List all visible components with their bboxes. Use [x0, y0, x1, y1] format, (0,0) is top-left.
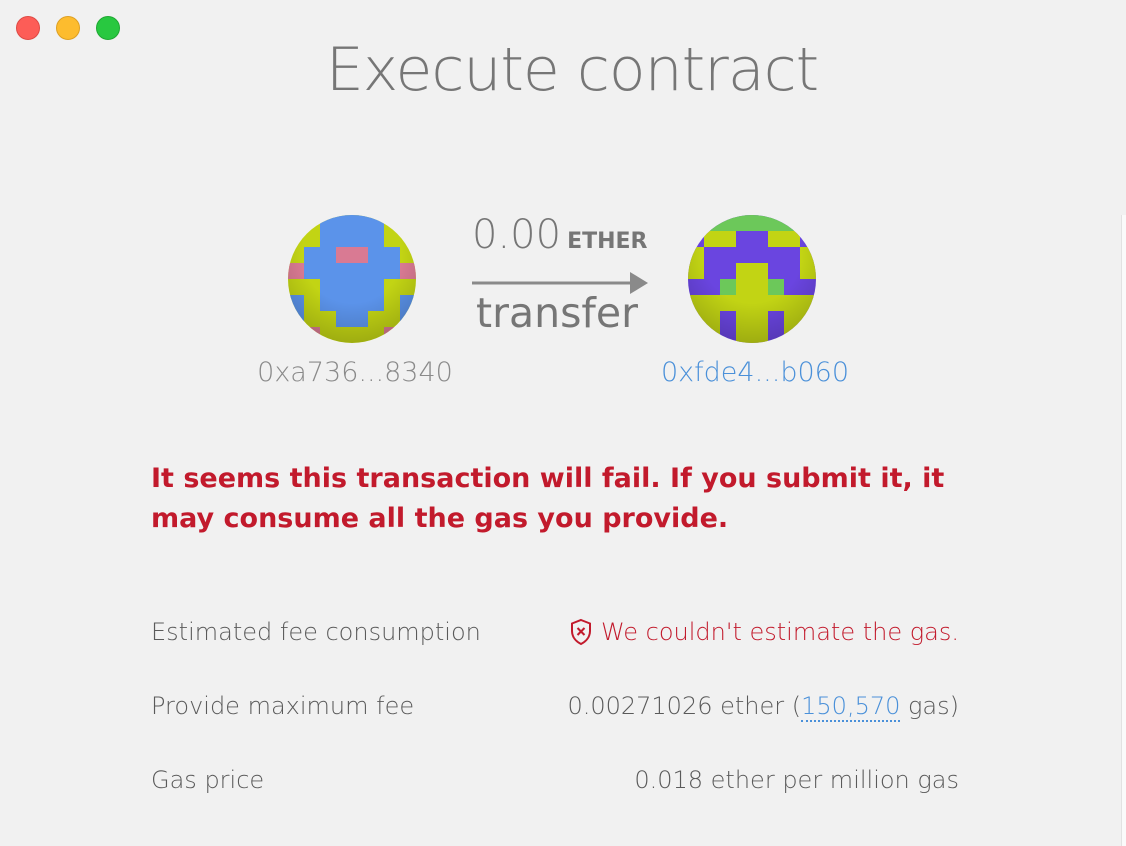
from-account-identicon — [288, 215, 416, 343]
estimated-fee-label: Estimated fee consumption — [151, 618, 481, 646]
estimated-fee-value: We couldn't estimate the gas. — [600, 618, 959, 646]
max-fee-row: Provide maximum fee 0.00271026 ether (15… — [151, 692, 959, 722]
estimated-fee-row: Estimated fee consumption We couldn't es… — [151, 618, 959, 646]
execute-contract-window: Execute contract 0xa736...8340 0.00 ETHER… — [0, 0, 1126, 846]
max-fee-value: 0.00271026 ether (150,570 gas) — [567, 692, 959, 722]
estimated-fee-error: We couldn't estimate the gas. — [569, 618, 959, 646]
gas-price-row: Gas price 0.018 ether per million gas — [151, 766, 959, 794]
amount-value: 0.00 — [472, 212, 562, 258]
to-account-identicon — [688, 215, 816, 343]
gas-limit-link[interactable]: 150,570 — [801, 692, 901, 722]
max-fee-ether: 0.00271026 ether ( — [567, 692, 802, 720]
amount-unit: ETHER — [567, 229, 648, 254]
transfer-amount: 0.00 ETHER — [472, 212, 647, 258]
gas-price-value: 0.018 ether per million gas — [634, 766, 959, 794]
gas-price-label: Gas price — [151, 766, 265, 794]
max-fee-label: Provide maximum fee — [151, 692, 415, 720]
shield-x-icon — [570, 618, 591, 646]
page-title: Execute contract — [325, 35, 819, 105]
from-address: 0xa736...8340 — [257, 357, 453, 388]
scrollbar-track[interactable] — [1121, 215, 1126, 846]
transaction-fail-warning: It seems this transaction will fail. If … — [151, 463, 945, 534]
max-fee-gas-suffix: gas) — [900, 692, 959, 720]
contract-method: transfer — [476, 289, 638, 337]
to-address-link[interactable]: 0xfde4...b060 — [625, 357, 885, 388]
